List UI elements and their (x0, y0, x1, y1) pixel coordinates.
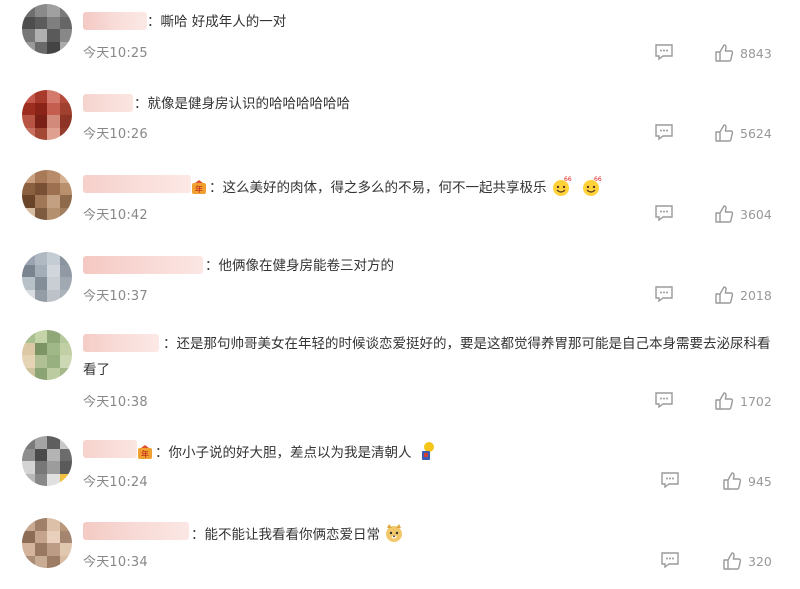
reply-icon[interactable] (654, 123, 674, 141)
avatar[interactable] (22, 90, 72, 140)
comment-time: 今天10:24 (83, 475, 148, 490)
avatar[interactable] (22, 4, 72, 54)
comment-text: ：能不能让我看看你俩恋爱日常 (191, 522, 405, 545)
avatar[interactable] (22, 518, 72, 568)
emperor-emoji-icon (421, 442, 434, 460)
666-emoji-icon: 666 (582, 176, 602, 196)
like-count: 5624 (740, 126, 772, 141)
avatar[interactable] (22, 330, 72, 380)
like-count: 945 (748, 474, 772, 489)
avatar[interactable] (22, 170, 72, 220)
comment-time: 今天10:37 (83, 289, 148, 304)
thumbs-up-icon[interactable] (714, 285, 734, 305)
comment-text: 年 ：你小子说的好大胆，差点以为我是清朝人 (137, 440, 437, 463)
svg-text:年: 年 (141, 449, 149, 459)
thumbs-up-icon[interactable] (714, 43, 734, 63)
666-emoji-icon: 666 (552, 176, 572, 196)
comment-text: ：他俩像在健身房能卷三对方的 (205, 258, 394, 274)
svg-text:666: 666 (594, 176, 602, 183)
username[interactable] (83, 175, 191, 193)
username[interactable] (83, 94, 133, 112)
reply-icon[interactable] (654, 285, 674, 303)
comment-text: 年 ：这么美好的肉体，得之多么的不易，何不一起共享极乐 666 666 (191, 175, 602, 198)
reply-icon[interactable] (654, 43, 674, 61)
comment-text: ：还是那句帅哥美女在年轻的时候谈恋爱挺好的，要是这都觉得养胃那可能是自己本身需要… (83, 336, 771, 378)
like-count: 2018 (740, 288, 772, 303)
vip-badge-icon: 年 (138, 445, 152, 459)
thumbs-up-icon[interactable] (714, 391, 734, 411)
thumbs-up-icon[interactable] (722, 471, 742, 491)
comment-time: 今天10:26 (83, 127, 148, 142)
reply-icon[interactable] (654, 391, 674, 409)
thumbs-up-icon[interactable] (714, 123, 734, 143)
thumbs-up-icon[interactable] (714, 204, 734, 224)
like-count: 1702 (740, 394, 772, 409)
comment-time: 今天10:42 (83, 208, 148, 223)
like-count: 8843 (740, 46, 772, 61)
avatar[interactable] (22, 252, 72, 302)
username[interactable] (83, 12, 147, 30)
comment-body: ：你小子说的好大胆，差点以为我是清朝人 (155, 445, 412, 461)
like-count: 320 (748, 554, 772, 569)
reply-icon[interactable] (660, 471, 680, 489)
reply-icon[interactable] (660, 551, 680, 569)
vip-badge-icon: 年 (192, 180, 206, 194)
username[interactable] (83, 440, 137, 458)
username[interactable] (83, 256, 203, 274)
comment-text: ：嘶哈 好成年人的一对 (147, 14, 287, 30)
like-count: 3604 (740, 207, 772, 222)
comment-time: 今天10:25 (83, 46, 148, 61)
comment-body: ：这么美好的肉体，得之多么的不易，何不一起共享极乐 (209, 180, 547, 196)
doge-emoji-icon (386, 524, 402, 542)
svg-text:年: 年 (195, 184, 203, 194)
comment-body: ：能不能让我看看你俩恋爱日常 (191, 527, 380, 543)
svg-text:666: 666 (564, 176, 572, 183)
reply-icon[interactable] (654, 204, 674, 222)
avatar[interactable] (22, 436, 72, 486)
comment-time: 今天10:34 (83, 555, 148, 570)
comment-text: ：就像是健身房认识的哈哈哈哈哈哈 (134, 96, 350, 112)
thumbs-up-icon[interactable] (722, 551, 742, 571)
comment-time: 今天10:38 (83, 395, 148, 410)
username[interactable] (83, 522, 189, 540)
